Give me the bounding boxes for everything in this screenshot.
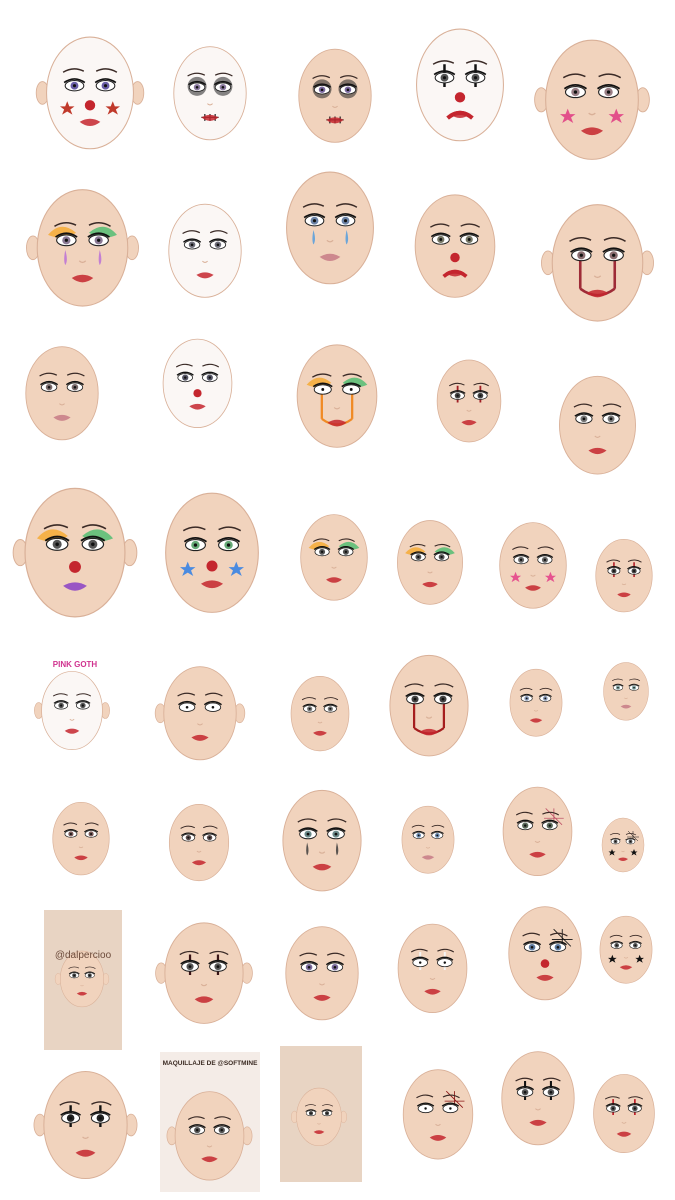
caption-maquillaje: MAQUILLAJE DE @SOFTMINE <box>162 1060 258 1067</box>
face-chart-cloud-eyes <box>500 658 572 750</box>
face-27-svg <box>52 802 110 876</box>
face-15-svg <box>12 487 138 618</box>
face-4-svg <box>534 39 650 160</box>
face-chart-dalpercioo <box>52 935 112 1025</box>
face-40-svg <box>166 1091 253 1181</box>
face-9-svg <box>541 204 654 322</box>
face-chart-swirl-line <box>150 650 250 780</box>
face-41-svg <box>290 1087 348 1147</box>
face-6-svg <box>168 203 242 298</box>
face-chart-white-crosses <box>385 905 480 1035</box>
face-chart-blue-waves <box>595 655 657 730</box>
face-chart-neon-clown <box>6 470 144 640</box>
face-chart-hearts-clown <box>150 330 245 440</box>
face-chart-pink-stars-small <box>487 512 579 622</box>
face-32-svg <box>601 817 645 873</box>
face-chart-red-drip-u <box>375 635 483 780</box>
face-2-svg <box>298 48 372 143</box>
makeup-face-chart-collage: PINK GOTH @dalpercioo MAQUILLAJE DE @SOFTM… <box>0 0 675 1200</box>
face-39-svg <box>33 1070 138 1180</box>
face-chart-sugar-skull <box>285 35 385 160</box>
face-chart-red-drip-eyes <box>535 185 660 345</box>
face-chart-rainbow-dots <box>288 500 380 618</box>
face-23-svg <box>290 676 350 752</box>
face-21-svg <box>34 671 110 751</box>
face-chart-black-cross <box>488 1030 588 1170</box>
face-chart-red-horns <box>582 1060 666 1170</box>
face-chart-spiderweb-green <box>490 778 585 888</box>
face-chart-black-tribal <box>280 665 360 765</box>
face-35-svg <box>285 926 359 1021</box>
face-18-svg <box>397 520 463 605</box>
face-19-svg <box>499 522 567 609</box>
face-24-svg <box>389 654 469 757</box>
face-chart-rainbow-line <box>385 505 475 623</box>
face-28-svg <box>168 804 230 882</box>
face-chart-red-cross-eyes <box>425 345 513 460</box>
face-chart-pierrot-pink <box>155 185 255 320</box>
face-7-svg <box>286 171 374 285</box>
face-chart-blue-triangle <box>12 335 112 455</box>
face-31-svg <box>502 786 573 876</box>
face-chart-pink-stars <box>528 22 656 182</box>
face-22-svg <box>154 666 246 761</box>
face-0-svg <box>35 36 145 150</box>
face-34-svg <box>155 922 253 1024</box>
face-chart-red-cross-small <box>585 528 663 626</box>
face-chart-star-clown <box>148 475 276 635</box>
face-25-svg <box>509 668 563 737</box>
face-17-svg <box>300 514 368 601</box>
face-3-svg <box>416 28 504 142</box>
face-chart-black-flame <box>158 793 240 895</box>
caption-dalpercioo: @dalpercioo <box>54 950 112 961</box>
face-chart-maquillaje-swirl <box>162 1085 257 1190</box>
face-43-svg <box>501 1051 575 1146</box>
face-chart-stitched-cross <box>28 1058 143 1196</box>
face-12-svg <box>296 344 378 448</box>
face-chart-sad-blue-tears <box>270 160 390 300</box>
face-chart-frown-clown <box>400 178 510 318</box>
face-8-svg <box>414 194 496 298</box>
face-44-svg <box>593 1074 655 1154</box>
face-36-svg <box>397 923 468 1013</box>
face-16-svg <box>165 492 259 613</box>
face-chart-web-clown <box>495 895 595 1015</box>
face-42-svg <box>402 1069 474 1160</box>
face-chart-black-stars <box>590 905 662 997</box>
face-5-svg <box>26 189 139 307</box>
face-chart-star-spider <box>594 810 652 882</box>
face-20-svg <box>595 539 653 613</box>
face-37-svg <box>508 906 582 1001</box>
face-chart-soft-red <box>42 790 120 890</box>
face-11-svg <box>162 338 233 428</box>
face-13-svg <box>436 359 502 443</box>
caption-pink-goth: PINK GOTH <box>52 660 98 669</box>
face-chart-pink-goth <box>30 658 114 766</box>
face-chart-red-card <box>288 1072 350 1164</box>
face-chart-clown-white-stars <box>30 20 150 170</box>
face-chart-pastel-tears <box>20 180 145 320</box>
face-38-svg <box>599 915 653 984</box>
face-33-svg <box>54 950 110 1008</box>
face-29-svg <box>282 789 362 892</box>
face-chart-leopard <box>272 910 372 1040</box>
face-chart-yellow-triangle <box>545 362 650 492</box>
face-chart-rainbow-drip <box>282 328 392 468</box>
face-26-svg <box>603 662 649 721</box>
face-chart-harlequin-black <box>400 12 520 162</box>
face-1-svg <box>173 46 247 141</box>
face-14-svg <box>559 375 636 475</box>
face-chart-web-red <box>390 1050 486 1182</box>
face-chart-blue-liner <box>392 795 464 887</box>
face-chart-skull-white <box>160 30 260 160</box>
face-30-svg <box>401 805 455 874</box>
face-10-svg <box>25 346 99 441</box>
face-chart-glitter-tears <box>268 775 376 910</box>
face-chart-heart-cross <box>150 905 258 1045</box>
